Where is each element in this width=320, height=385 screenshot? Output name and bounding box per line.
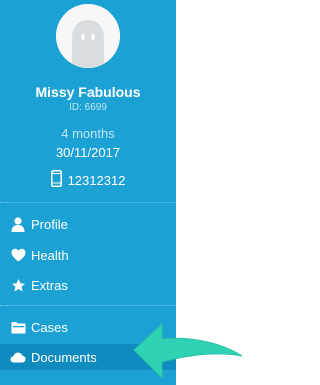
app-screen: Missy Fabulous ID: 6699 4 months 30/11/2…	[0, 0, 244, 385]
profile-phone: 12312312	[0, 170, 176, 190]
nav-item-health[interactable]: Health	[0, 242, 176, 268]
heart-icon	[10, 247, 26, 263]
avatar[interactable]	[56, 4, 120, 68]
nav-item-label: Health	[31, 247, 69, 263]
profile-dob: 30/11/2017	[55, 145, 121, 160]
divider	[0, 202, 176, 203]
nav-item-extras[interactable]: Extras	[0, 272, 176, 298]
nav-item-label: Documents	[31, 349, 97, 365]
nav-item-label: Profile	[31, 216, 68, 232]
profile-name: Missy Fabulous	[35, 84, 141, 100]
pointer-arrow-icon	[133, 322, 243, 380]
ghost-avatar-icon	[56, 4, 120, 68]
profile-phone-number: 12312312	[67, 172, 126, 188]
folder-icon	[10, 319, 26, 335]
cloud-icon	[10, 349, 26, 365]
star-icon	[10, 277, 26, 293]
divider	[0, 305, 176, 306]
profile-id: ID: 6699	[69, 102, 107, 113]
mobile-phone-icon	[50, 170, 62, 190]
person-icon	[10, 216, 26, 232]
nav-item-profile[interactable]: Profile	[0, 211, 176, 237]
nav-item-label: Extras	[31, 277, 68, 293]
nav-item-label: Cases	[31, 319, 68, 335]
profile-age: 4 months	[61, 126, 115, 141]
